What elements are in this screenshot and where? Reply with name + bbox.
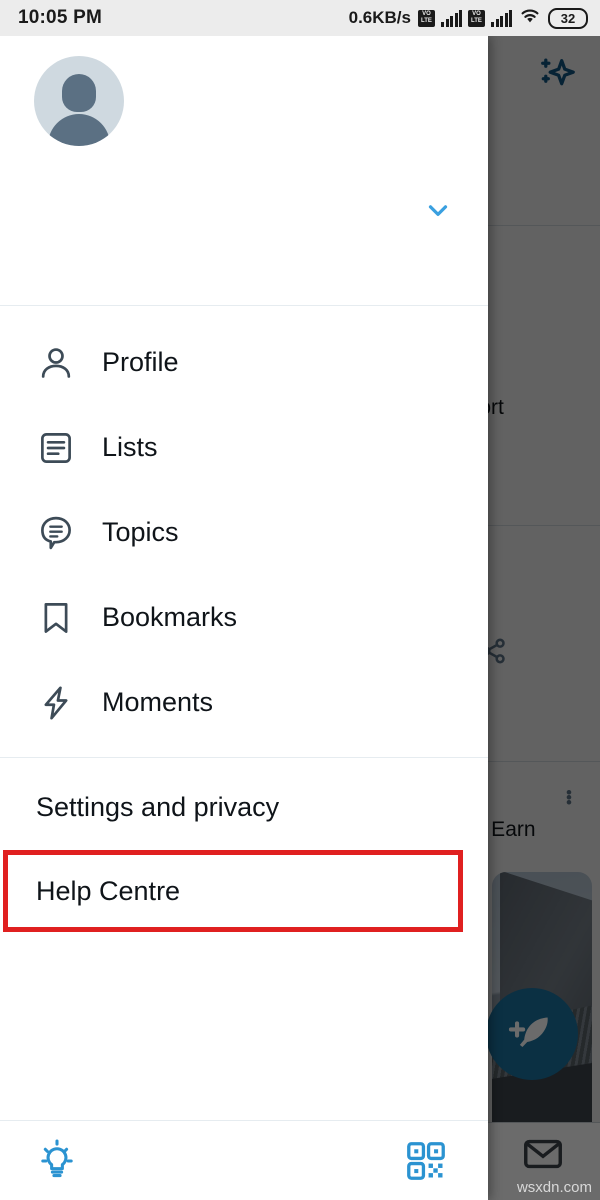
signal-bars-icon: [441, 9, 462, 27]
drawer-item-moments[interactable]: Moments: [0, 660, 488, 745]
drawer-item-label: Bookmarks: [102, 602, 238, 632]
signal-bars-icon: [491, 9, 512, 27]
drawer-item-topics[interactable]: Topics: [0, 490, 488, 575]
volte-icon: VO LTE: [418, 9, 435, 27]
list-icon: [36, 428, 76, 468]
avatar[interactable]: [34, 56, 124, 146]
night-mode-button[interactable]: [34, 1138, 80, 1184]
drawer-nav-group: Profile Lists Topics Bookmarks Moments: [0, 306, 488, 758]
drawer-item-profile[interactable]: Profile: [0, 320, 488, 405]
status-bar: 10:05 PM 0.6KB/s VO LTE VO LTE 32: [0, 0, 600, 36]
wifi-icon: [518, 6, 542, 31]
chevron-down-icon: [428, 205, 448, 216]
topics-bubble-icon: [36, 513, 76, 553]
drawer-item-lists[interactable]: Lists: [0, 405, 488, 490]
drawer-item-label: Topics: [102, 517, 179, 547]
bookmark-icon: [36, 598, 76, 638]
battery-icon: 32: [548, 7, 588, 29]
drawer-secondary-group: Settings and privacy Help Centre: [0, 758, 488, 932]
lightning-bolt-icon: [36, 683, 76, 723]
screen: pport ••• er. Earn: [0, 0, 600, 1200]
drawer-item-label: Lists: [102, 432, 158, 462]
volte-icon: VO LTE: [468, 9, 485, 27]
qr-scanner-button[interactable]: [404, 1139, 448, 1183]
navigation-drawer: Profile Lists Topics Bookmarks Moments S…: [0, 36, 488, 1200]
drawer-item-label: Moments: [102, 687, 214, 717]
person-icon: [36, 343, 76, 383]
drawer-item-label: Settings and privacy: [36, 791, 280, 822]
lightbulb-icon: [41, 1139, 73, 1177]
account-switcher-button[interactable]: [416, 188, 460, 232]
drawer-header: [0, 36, 488, 306]
drawer-item-settings-and-privacy[interactable]: Settings and privacy: [0, 772, 488, 842]
watermark: wsxdn.com: [516, 1179, 592, 1196]
drawer-item-help-centre[interactable]: Help Centre: [0, 850, 488, 932]
status-indicators: 0.6KB/s VO LTE VO LTE 32: [349, 6, 588, 31]
drawer-item-label: Profile: [102, 347, 179, 377]
status-time: 10:05 PM: [18, 7, 102, 28]
drawer-item-bookmarks[interactable]: Bookmarks: [0, 575, 488, 660]
qr-code-icon: [407, 1141, 445, 1180]
drawer-bottom-bar: [0, 1120, 488, 1200]
drawer-item-label: Help Centre: [36, 875, 181, 906]
network-speed: 0.6KB/s: [348, 8, 411, 27]
